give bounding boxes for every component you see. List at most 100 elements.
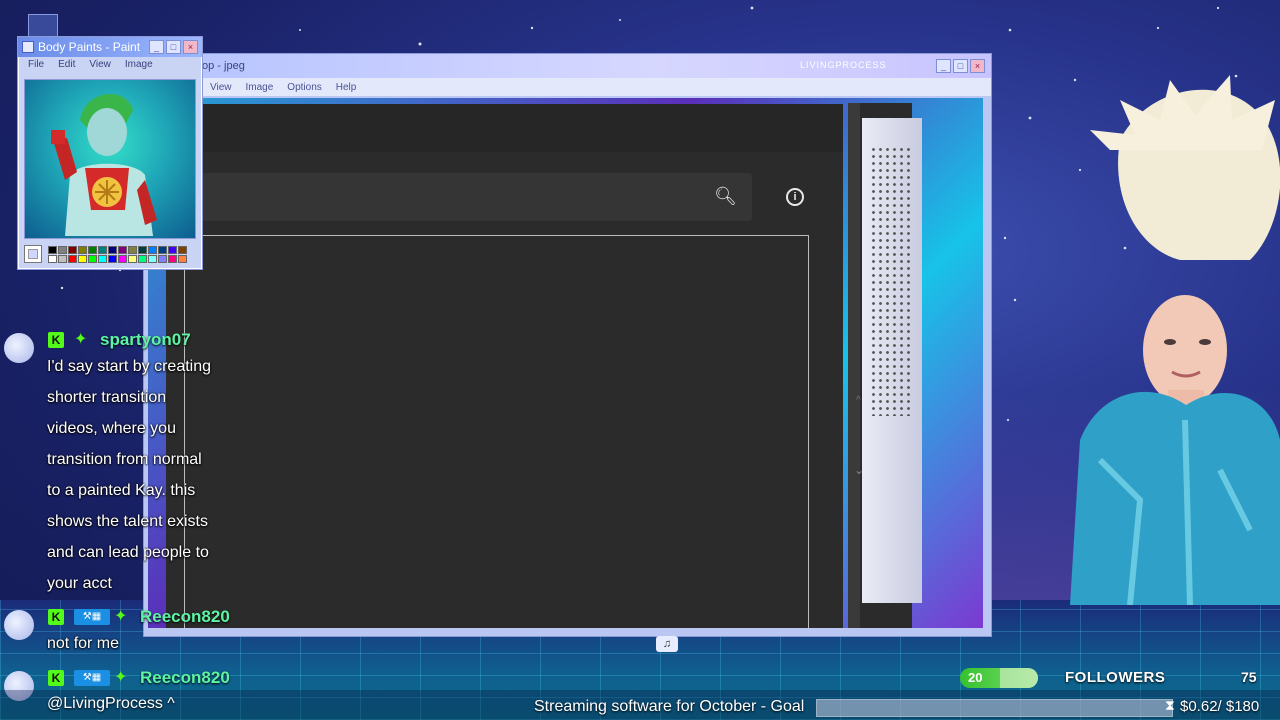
image-viewer-window: op - jpeg LIVINGPROCESS _ □ × View Image…: [143, 53, 992, 637]
goal-text: Streaming software for October - Goal: [534, 698, 805, 715]
window-content: 🔍︎ i ^ ⌄: [148, 98, 983, 628]
search-icon[interactable]: 🔍︎: [714, 186, 737, 207]
dark-app-panel: 🔍︎ i: [166, 104, 843, 628]
chat-message-line: I'd say start by creating: [47, 358, 212, 375]
color-swatch[interactable]: [98, 254, 107, 263]
paint-window: Body Paints - Paint _ □ × File Edit View…: [17, 36, 203, 270]
kick-badge-icon: K: [48, 670, 64, 686]
kick-badge-icon: K: [48, 609, 64, 625]
color-swatches: [48, 245, 187, 263]
preview-area: [184, 235, 809, 628]
paint-menu-edit[interactable]: Edit: [58, 59, 75, 73]
chat-message-line: shows the talent exists: [47, 513, 208, 530]
color-swatch[interactable]: [128, 254, 137, 263]
color-swatch[interactable]: [88, 254, 97, 263]
computer-tower-image: [862, 118, 922, 603]
webcam-streamer: [1070, 75, 1280, 605]
paint-title-bar[interactable]: Body Paints - Paint _ □ ×: [18, 37, 202, 57]
menu-options[interactable]: Options: [287, 82, 321, 93]
color-swatch[interactable]: [78, 254, 87, 263]
sparkle-badge-icon: ✦: [114, 669, 128, 686]
color-swatch[interactable]: [148, 254, 157, 263]
window-brand-label: LIVINGPROCESS: [800, 60, 887, 70]
color-swatch[interactable]: [138, 245, 147, 254]
tower-vents: [870, 146, 912, 416]
chat-message-line: shorter transition: [47, 389, 167, 406]
paint-menu-image[interactable]: Image: [125, 59, 153, 73]
menu-image[interactable]: Image: [246, 82, 274, 93]
color-swatch[interactable]: [148, 245, 157, 254]
menu-view[interactable]: View: [210, 82, 232, 93]
maximize-button[interactable]: □: [953, 59, 968, 73]
color-swatch[interactable]: [48, 245, 57, 254]
paint-minimize-button[interactable]: _: [149, 40, 164, 54]
color-swatch[interactable]: [88, 245, 97, 254]
chat-avatar: [4, 333, 34, 363]
color-swatch[interactable]: [58, 245, 67, 254]
minimize-button[interactable]: _: [936, 59, 951, 73]
chat-message-line: transition from normal: [47, 451, 202, 468]
color-swatch[interactable]: [178, 245, 187, 254]
color-swatch[interactable]: [68, 245, 77, 254]
window-title: op - jpeg: [202, 60, 245, 72]
paint-menu-file[interactable]: File: [28, 59, 44, 73]
color-palette: [24, 245, 196, 263]
color-swatch[interactable]: [168, 245, 177, 254]
color-swatch[interactable]: [98, 245, 107, 254]
goal-progress-bar: [816, 699, 1173, 717]
followers-goal: 75: [1241, 669, 1257, 685]
color-swatch[interactable]: [138, 254, 147, 263]
window-title-bar[interactable]: op - jpeg LIVINGPROCESS _ □ ×: [144, 54, 991, 78]
color-swatch[interactable]: [48, 254, 57, 263]
subscriber-badge-icon: ⚒▦: [74, 609, 110, 625]
paint-maximize-button[interactable]: □: [166, 40, 181, 54]
chat-username[interactable]: spartyon07: [100, 330, 191, 350]
chat-message-line: videos, where you: [47, 420, 176, 437]
color-swatch[interactable]: [168, 254, 177, 263]
menu-help[interactable]: Help: [336, 82, 357, 93]
color-swatch[interactable]: [118, 254, 127, 263]
color-swatch[interactable]: [108, 254, 117, 263]
followers-label: FOLLOWERS: [1065, 669, 1166, 686]
info-icon[interactable]: i: [786, 188, 804, 206]
music-icon[interactable]: ♫: [656, 636, 678, 652]
chat-message-line: your acct: [47, 575, 112, 592]
color-swatch[interactable]: [158, 254, 167, 263]
paint-menu-view[interactable]: View: [89, 59, 111, 73]
color-swatch[interactable]: [68, 254, 77, 263]
chat-username[interactable]: Reecon820: [140, 668, 230, 688]
menu-bar: View Image Options Help: [144, 78, 991, 96]
current-color-indicator[interactable]: [24, 245, 42, 263]
color-swatch[interactable]: [158, 245, 167, 254]
paint-close-button[interactable]: ×: [183, 40, 198, 54]
chat-overlay: K ✦ spartyon07 I'd say start by creating…: [0, 300, 260, 720]
color-swatch[interactable]: [178, 254, 187, 263]
color-swatch[interactable]: [118, 245, 127, 254]
color-swatch[interactable]: [58, 254, 67, 263]
sparkle-badge-icon: ✦: [74, 331, 88, 348]
chat-mention-line: @LivingProcess ^: [47, 695, 175, 712]
chat-username[interactable]: Reecon820: [140, 607, 230, 627]
desktop-app-icon[interactable]: [28, 14, 58, 38]
paint-canvas[interactable]: [24, 79, 196, 239]
chat-avatar: [4, 610, 34, 640]
goal-amount: $0.62/ $180: [1180, 698, 1260, 715]
app-top-bar: [166, 104, 843, 152]
paint-app-icon: [22, 41, 34, 53]
color-swatch[interactable]: [108, 245, 117, 254]
chat-message-line: and can lead people to: [47, 544, 209, 561]
chat-message-line: to a painted Kay. this: [47, 482, 196, 499]
paint-title: Body Paints - Paint: [38, 40, 141, 54]
superhero-painting: [51, 93, 157, 236]
paint-menu-bar: File Edit View Image: [18, 57, 202, 75]
color-swatch[interactable]: [128, 245, 137, 254]
hourglass-icon: ⧗: [1165, 697, 1175, 713]
close-button[interactable]: ×: [970, 59, 985, 73]
sparkle-badge-icon: ✦: [114, 608, 128, 625]
kick-badge-icon: K: [48, 332, 64, 348]
followers-count: 20: [968, 670, 983, 685]
chevron-up-icon[interactable]: ^: [856, 395, 861, 406]
color-swatch[interactable]: [78, 245, 87, 254]
search-input[interactable]: [202, 173, 752, 221]
chat-message-line: not for me: [47, 635, 120, 652]
